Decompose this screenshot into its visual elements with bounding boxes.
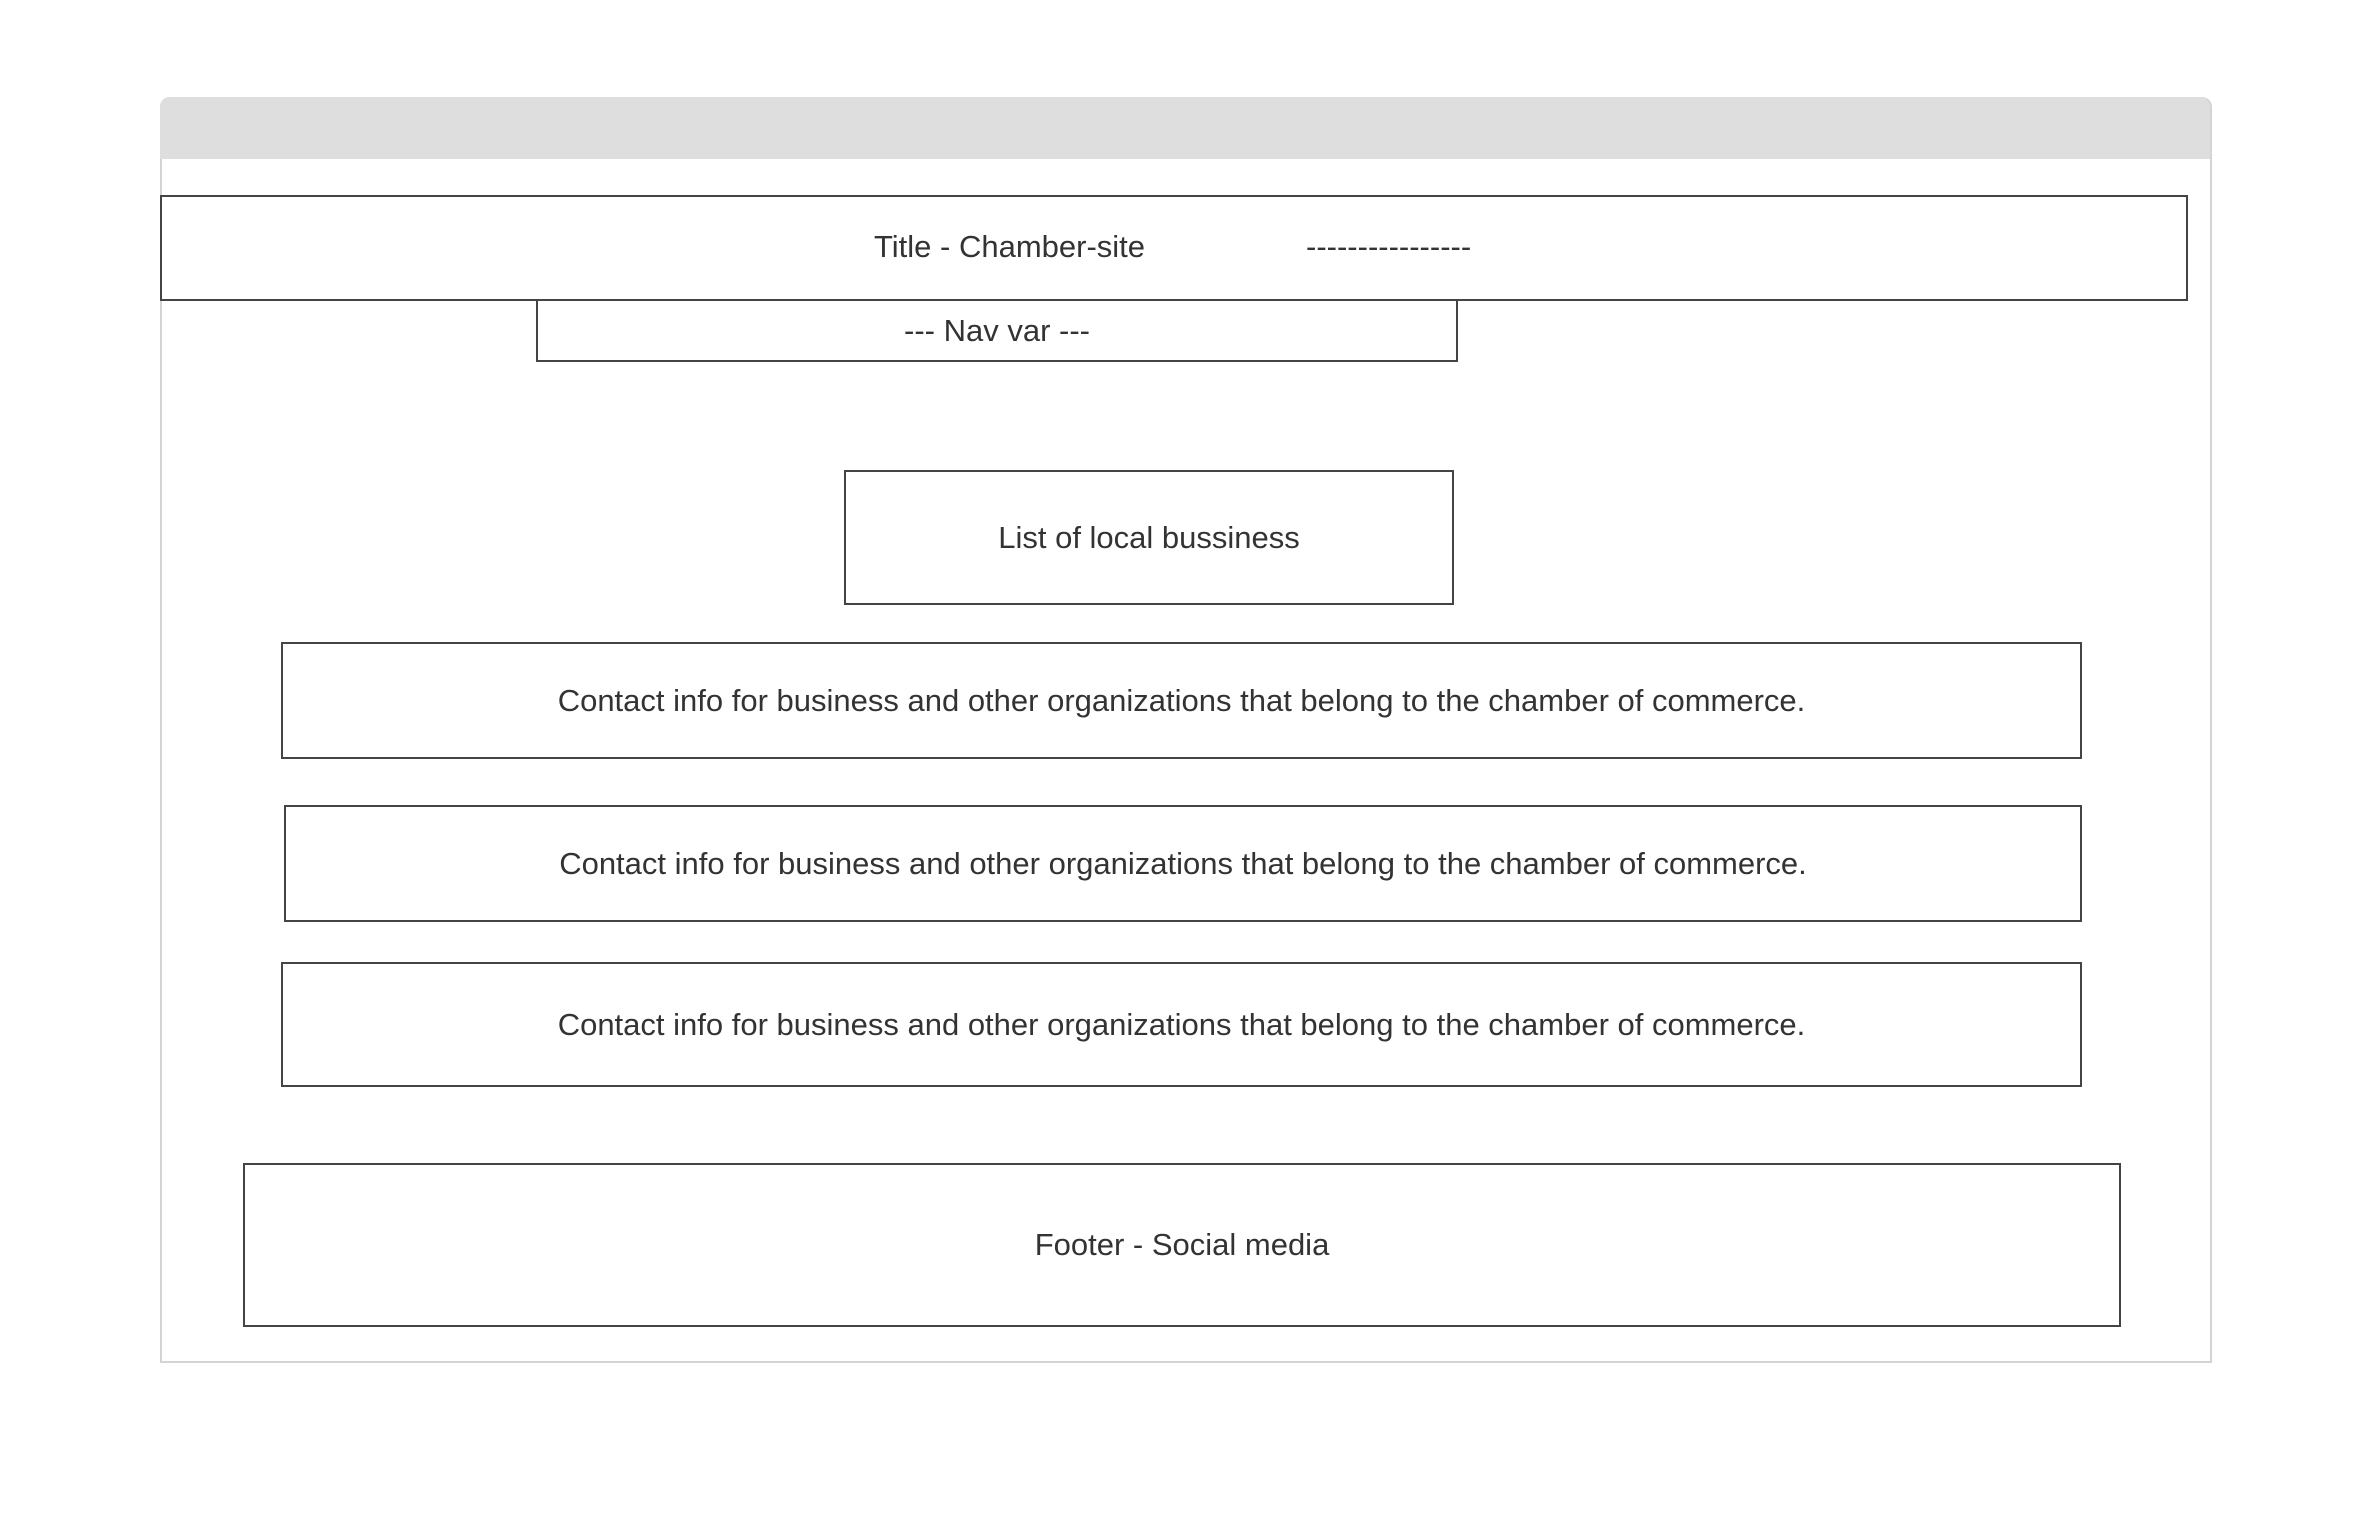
contact-card: Contact info for business and other orga…: [284, 805, 2082, 922]
footer-label: Footer - Social media: [1034, 1227, 1330, 1262]
footer-social-media: Footer - Social media: [243, 1163, 2121, 1327]
header-placeholder: ----------------: [1306, 229, 1472, 264]
contact-card-text: Contact info for business and other orga…: [557, 1006, 1806, 1042]
contact-card: Contact info for business and other orga…: [281, 962, 2082, 1087]
contact-card: Contact info for business and other orga…: [281, 642, 2082, 759]
contact-card-text: Contact info for business and other orga…: [557, 682, 1806, 718]
site-title: Title - Chamber-site: [874, 229, 1146, 264]
nav-bar-label: --- Nav var ---: [904, 312, 1090, 348]
nav-bar[interactable]: --- Nav var ---: [536, 299, 1458, 362]
business-list-label: List of local bussiness: [998, 519, 1300, 555]
business-list-heading: List of local bussiness: [844, 470, 1454, 605]
browser-title-bar: [160, 97, 2210, 159]
header-box: Title - Chamber-site ----------------: [160, 195, 2188, 301]
contact-card-text: Contact info for business and other orga…: [559, 845, 1807, 881]
